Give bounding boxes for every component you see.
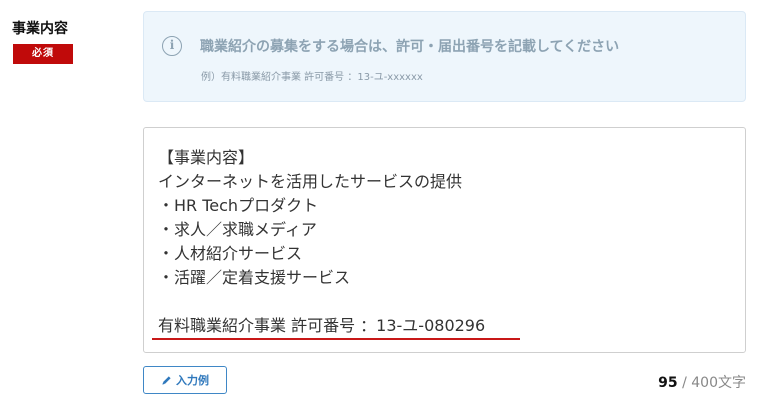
textarea-blank-line — [158, 290, 731, 314]
input-example-label: 入力例 — [176, 374, 209, 387]
field-label: 事業内容 — [12, 21, 68, 37]
input-example-button[interactable]: 入力例 — [143, 366, 227, 394]
textarea-line: ・活躍／定着支援サービス — [158, 268, 351, 287]
notice-title: 職業紹介の募集をする場合は、許可・届出番号を記載してください — [200, 39, 620, 55]
pencil-icon — [162, 375, 171, 385]
required-badge: 必須 — [13, 44, 73, 64]
textarea-line: ・人材紹介サービス — [158, 244, 303, 263]
character-counter: 95 / 400文字 — [658, 372, 746, 392]
info-circle-icon: i — [162, 36, 182, 56]
license-number-line: 有料職業紹介事業 許可番号 ：13-ユ-080296 — [158, 314, 731, 338]
character-limit: 400文字 — [691, 375, 746, 391]
notice-example: 例）有料職業紹介事業 許可番号 ：13-ユ-xxxxxx — [201, 72, 423, 83]
textarea-line: 【事業内容】 — [158, 148, 255, 167]
textarea-line: インターネットを活用したサービスの提供 — [158, 172, 463, 191]
character-count-separator: / — [677, 375, 692, 391]
character-count: 95 — [658, 375, 678, 391]
textarea-line: ・HR Techプロダクト — [158, 196, 319, 215]
textarea-line: ・求人／求職メディア — [158, 220, 317, 239]
business-description-textarea[interactable]: 【事業内容】 インターネットを活用したサービスの提供 ・HR Techプロダクト… — [143, 127, 746, 353]
license-number-text: 有料職業紹介事業 許可番号 ：13-ユ-080296 — [158, 316, 486, 335]
info-notice: i 職業紹介の募集をする場合は、許可・届出番号を記載してください 例）有料職業紹… — [143, 11, 746, 102]
highlight-underline — [152, 338, 520, 340]
